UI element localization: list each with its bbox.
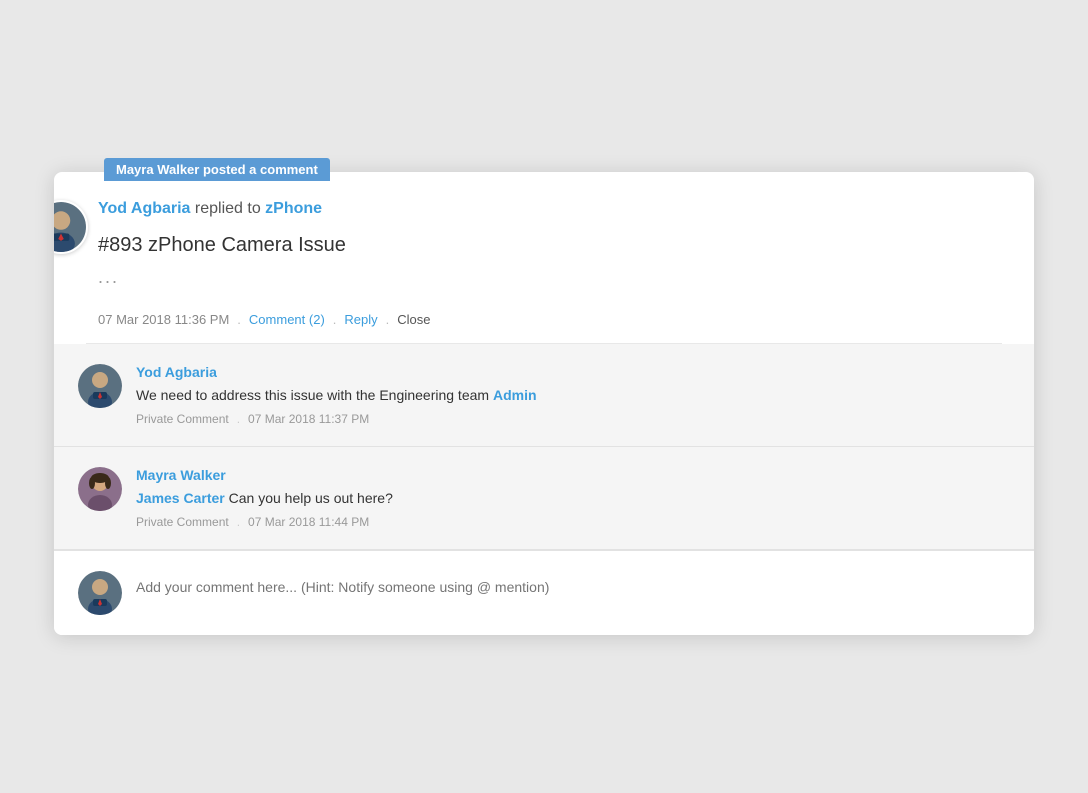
notification-action: posted a comment: [199, 162, 317, 177]
compose-area: [54, 550, 1034, 635]
compose-input[interactable]: [136, 571, 1010, 603]
post-author[interactable]: Yod Agbaria: [98, 200, 190, 217]
content-ellipsis: ...: [86, 267, 1002, 288]
notification-poster: Mayra Walker: [116, 162, 199, 177]
comment-avatar-mayra: [78, 467, 122, 511]
comment-text-body-2: Can you help us out here?: [225, 490, 393, 506]
comment-author-2[interactable]: Mayra Walker: [136, 467, 1010, 483]
notification-wrapper: Mayra Walker posted a comment Yod Agbari…: [54, 158, 1034, 635]
comment-body-1: Yod Agbaria We need to address this issu…: [136, 364, 1010, 426]
reply-link[interactable]: Reply: [344, 312, 377, 327]
comment-dot-2: .: [237, 515, 240, 529]
comment-dot-1: .: [237, 412, 240, 426]
compose-avatar: [78, 571, 122, 615]
comment-mention-2[interactable]: James Carter: [136, 490, 225, 506]
comment-author-1[interactable]: Yod Agbaria: [136, 364, 1010, 380]
post-verb: replied to: [195, 200, 265, 217]
comment-item: Yod Agbaria We need to address this issu…: [54, 344, 1034, 447]
ticket-title: #893 zPhone Camera Issue: [86, 234, 1002, 257]
comment-meta-1: Private Comment . 07 Mar 2018 11:37 PM: [136, 412, 1010, 426]
meta-bar: 07 Mar 2018 11:36 PM . Comment (2) . Rep…: [86, 302, 1002, 344]
notification-banner: Mayra Walker posted a comment: [104, 158, 330, 181]
dot-1: .: [237, 312, 241, 327]
comments-section: Yod Agbaria We need to address this issu…: [54, 344, 1034, 635]
post-header: Yod Agbaria replied to zPhone: [86, 200, 1002, 218]
comment-card: Yod Agbaria replied to zPhone #893 zPhon…: [54, 172, 1034, 635]
dot-3: .: [386, 312, 390, 327]
comment-label-1: Private Comment: [136, 412, 229, 426]
post-target[interactable]: zPhone: [265, 200, 322, 217]
close-link[interactable]: Close: [397, 312, 430, 327]
comment-avatar-yod: [78, 364, 122, 408]
comment-item-2: Mayra Walker James Carter Can you help u…: [54, 447, 1034, 550]
comment-text-before-1: We need to address this issue with the E…: [136, 387, 493, 403]
comment-count-link[interactable]: Comment (2): [249, 312, 325, 327]
post-timestamp: 07 Mar 2018 11:36 PM: [98, 312, 229, 327]
dot-2: .: [333, 312, 337, 327]
comment-meta-2: Private Comment . 07 Mar 2018 11:44 PM: [136, 515, 1010, 529]
comment-mention-1[interactable]: Admin: [493, 387, 537, 403]
comment-label-2: Private Comment: [136, 515, 229, 529]
comment-timestamp-2: 07 Mar 2018 11:44 PM: [248, 515, 369, 529]
comment-body-2: Mayra Walker James Carter Can you help u…: [136, 467, 1010, 529]
comment-text-2: James Carter Can you help us out here?: [136, 488, 1010, 509]
card-content: Yod Agbaria replied to zPhone #893 zPhon…: [54, 172, 1034, 344]
comment-timestamp-1: 07 Mar 2018 11:37 PM: [248, 412, 369, 426]
comment-text-1: We need to address this issue with the E…: [136, 385, 1010, 406]
